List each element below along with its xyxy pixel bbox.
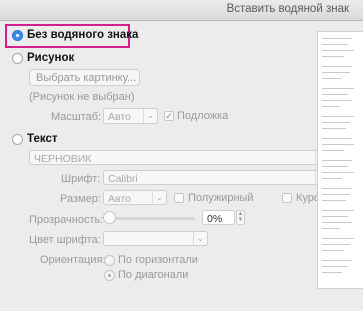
picture-status: (Рисунок не выбран): [29, 91, 135, 103]
horizontal-radio[interactable]: [104, 255, 115, 266]
bold-label: Полужирный: [188, 192, 254, 204]
size-select[interactable]: Авто ⌄: [103, 190, 167, 205]
transparency-value: 0%: [207, 213, 223, 225]
italic-checkbox[interactable]: [282, 193, 292, 203]
select-picture-button-label: Выбрать картинку...: [36, 72, 137, 84]
washout-checkbox[interactable]: ✓: [164, 111, 174, 121]
bold-checkbox[interactable]: [174, 193, 184, 203]
scale-select[interactable]: Авто ⌄: [103, 108, 158, 124]
text-combo[interactable]: ЧЕРНОВИК ⌄: [29, 150, 330, 165]
transparency-input[interactable]: 0%: [202, 210, 235, 225]
font-color-label: Цвет шрифта:: [29, 234, 101, 246]
size-label: Размер:: [60, 193, 101, 205]
font-value: Calibri: [108, 173, 138, 185]
chevron-down-icon: ⌄: [143, 109, 157, 123]
transparency-label: Прозрачность:: [29, 214, 104, 226]
text-value: ЧЕРНОВИК: [34, 153, 92, 165]
transparency-stepper[interactable]: ▲ ▼: [236, 210, 245, 225]
picture-watermark-radio[interactable]: [12, 53, 23, 64]
chevron-down-icon: ⌄: [193, 232, 207, 245]
horizontal-label: По горизонтали: [118, 254, 198, 266]
picture-watermark-label[interactable]: Рисунок: [27, 52, 74, 64]
size-value: Авто: [108, 193, 131, 205]
scale-value: Авто: [108, 111, 131, 123]
transparency-slider-thumb[interactable]: [103, 211, 116, 224]
window-title: Вставить водяной знак: [226, 3, 349, 15]
document-preview: [317, 31, 363, 289]
chevron-down-icon: ⌄: [152, 191, 166, 204]
font-label: Шрифт:: [61, 173, 101, 185]
orientation-label: Ориентация:: [40, 254, 106, 266]
transparency-slider-track[interactable]: [103, 217, 195, 220]
font-color-select[interactable]: ⌄: [103, 231, 208, 246]
washout-label: Подложка: [177, 110, 229, 122]
text-watermark-label[interactable]: Текст: [27, 133, 57, 145]
diagonal-radio[interactable]: [104, 270, 115, 281]
scale-label: Масштаб:: [51, 111, 102, 123]
no-watermark-label[interactable]: Без водяного знака: [27, 29, 138, 41]
font-select[interactable]: Calibri ⌄: [103, 170, 330, 185]
diagonal-label: По диагонали: [118, 269, 189, 281]
text-watermark-radio[interactable]: [12, 134, 23, 145]
title-bar: Вставить водяной знак: [0, 0, 363, 21]
no-watermark-radio[interactable]: [12, 30, 23, 41]
select-picture-button[interactable]: Выбрать картинку...: [29, 69, 140, 86]
